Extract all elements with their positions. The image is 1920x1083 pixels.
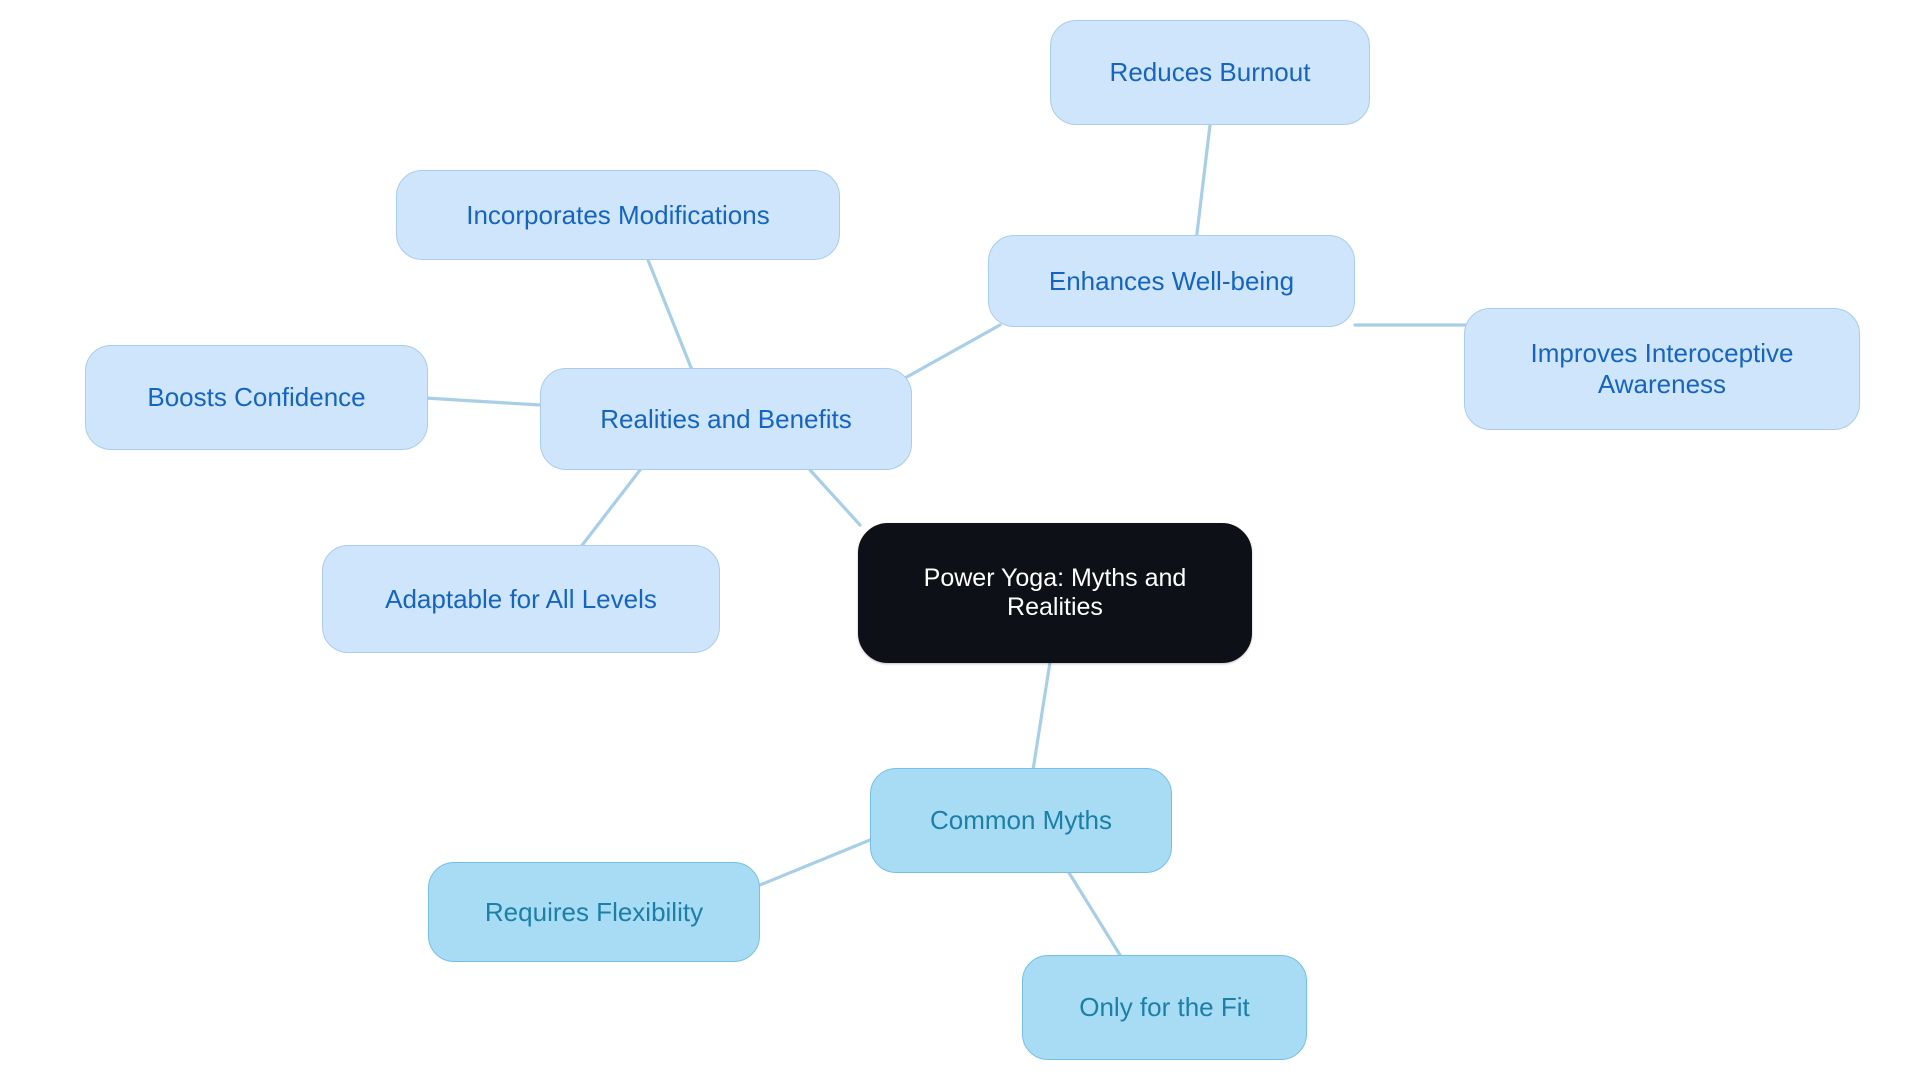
node-reduces-burnout[interactable]: Reduces Burnout [1050, 20, 1370, 125]
node-label: Enhances Well-being [1048, 265, 1295, 296]
node-label: Boosts Confidence [147, 382, 366, 413]
node-label: Common Myths [929, 805, 1113, 836]
edge-realities-enhances [903, 323, 1002, 380]
node-label: Requires Flexibility [484, 896, 704, 927]
node-label: Reduces Burnout [1109, 57, 1311, 88]
node-incorporates-modifications[interactable]: Incorporates Modifications [396, 170, 840, 260]
edge-realities-incorporates [646, 258, 694, 372]
node-common-myths[interactable]: Common Myths [870, 768, 1172, 873]
node-label: Only for the Fit [1079, 992, 1250, 1023]
edge-realities-boosts [423, 396, 542, 407]
node-root-power-yoga[interactable]: Power Yoga: Myths and Realities [858, 523, 1252, 663]
edge-myths-requires [758, 838, 872, 887]
node-label: Power Yoga: Myths and Realities [923, 563, 1187, 622]
edge-root-common-myths [1031, 660, 1052, 772]
node-improves-interoceptive-awareness[interactable]: Improves Interoceptive Awareness [1464, 308, 1860, 430]
node-realities-and-benefits[interactable]: Realities and Benefits [540, 368, 912, 470]
edge-enhances-reduces [1193, 123, 1212, 252]
node-adaptable-for-all-levels[interactable]: Adaptable for All Levels [322, 545, 720, 653]
node-only-for-the-fit[interactable]: Only for the Fit [1022, 955, 1307, 1060]
node-boosts-confidence[interactable]: Boosts Confidence [85, 345, 428, 450]
mindmap-canvas: Reduces Burnout Incorporates Modificatio… [0, 0, 1920, 1083]
node-label: Incorporates Modifications [466, 199, 770, 230]
node-enhances-well-being[interactable]: Enhances Well-being [988, 235, 1355, 327]
edge-root-realities [808, 468, 862, 527]
node-label: Realities and Benefits [600, 403, 852, 434]
node-requires-flexibility[interactable]: Requires Flexibility [428, 862, 760, 962]
node-label: Adaptable for All Levels [385, 583, 657, 614]
edge-realities-adaptable [578, 468, 642, 550]
node-label: Improves Interoceptive Awareness [1530, 338, 1794, 399]
